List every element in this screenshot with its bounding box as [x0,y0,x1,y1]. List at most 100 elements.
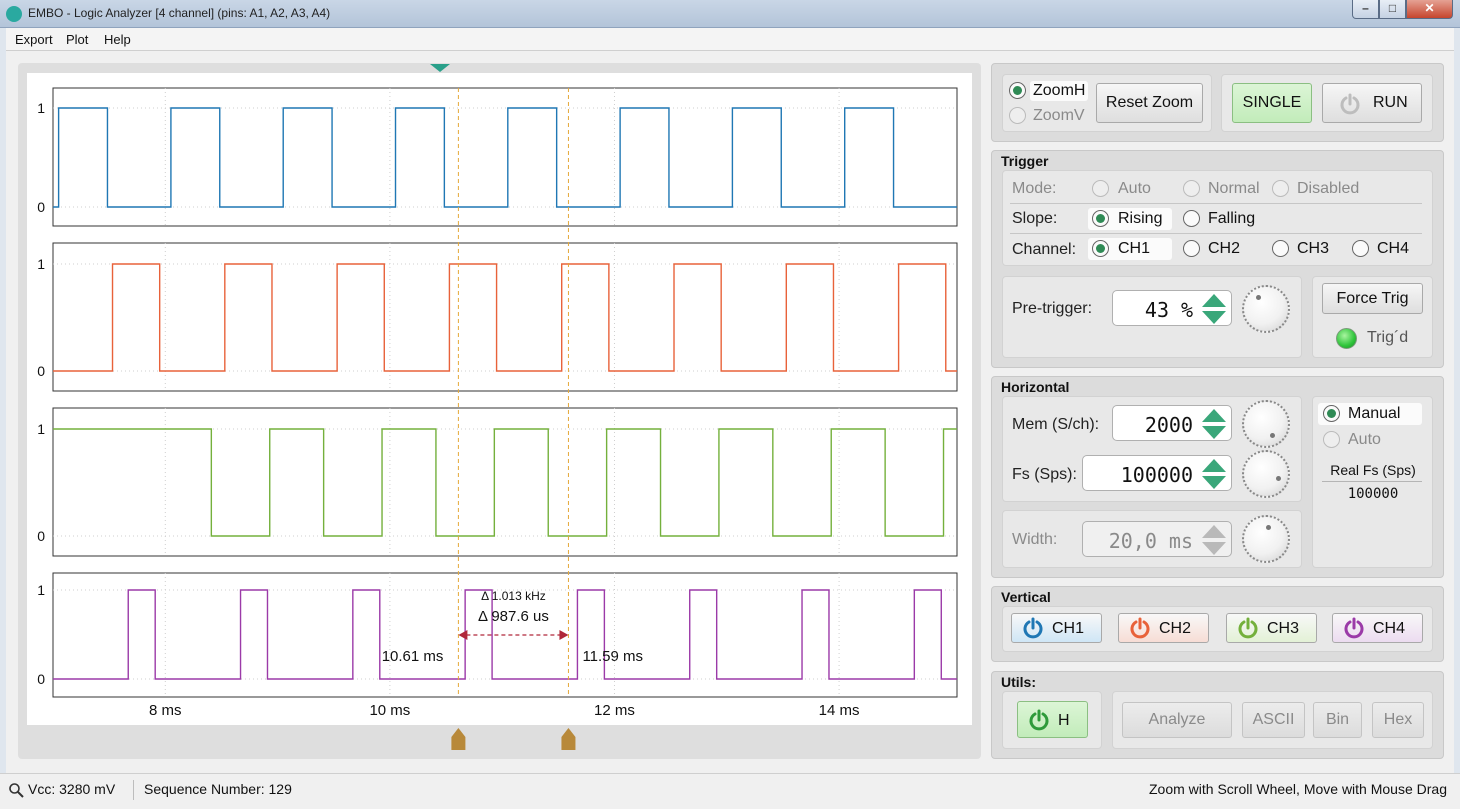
power-icon [1238,617,1258,639]
ascii-button[interactable]: ASCII [1242,702,1305,738]
force-trig-button[interactable]: Force Trig [1322,283,1423,314]
trigd-led-icon [1336,328,1357,349]
trigd-label: Trig´d [1367,329,1409,346]
vertical-ch2-button[interactable]: CH2 [1118,613,1209,643]
delta-time-label: Δ 987.6 us [478,608,549,625]
app-icon [6,6,22,22]
close-button[interactable]: ✕ [1406,0,1453,19]
minimize-button[interactable]: – [1352,0,1379,19]
menu-plot[interactable]: Plot [66,32,88,47]
fs-spinbox[interactable]: 100000 [1082,455,1232,491]
slope-falling-radio[interactable] [1183,210,1200,227]
minimize-icon: – [1362,1,1369,15]
x-tick-label: 14 ms [819,702,860,719]
hex-button[interactable]: Hex [1372,702,1424,738]
channel-3-frame [52,407,958,557]
vertical-ch-label: CH2 [1159,620,1192,637]
manual-label: Manual [1348,405,1401,422]
vertical-ch1-button[interactable]: CH1 [1011,613,1102,643]
spin-arrows-icon[interactable] [1201,525,1227,555]
vertical-ch-label: CH4 [1373,620,1406,637]
channel-ch4-radio[interactable] [1352,240,1369,257]
channel-ch2-radio[interactable] [1183,240,1200,257]
menu-help[interactable]: Help [104,32,131,47]
vertical-ch-label: CH3 [1267,620,1300,637]
trigger-marker-icon [430,64,450,72]
y-tick-label: 0 [37,199,45,215]
power-icon [1029,709,1049,731]
fs-knob[interactable] [1242,450,1290,498]
channel-ch3-radio[interactable] [1272,240,1289,257]
maximize-button[interactable]: □ [1379,0,1406,19]
vertical-title: Vertical [1001,589,1051,605]
y-tick-label: 0 [37,671,45,687]
fs-label: Fs (Sps): [1012,466,1077,483]
reset-zoom-button[interactable]: Reset Zoom [1096,83,1203,123]
delta-frequency-label: Δ 1.013 kHz [481,589,546,603]
menu-export[interactable]: Export [15,32,53,47]
cursor-1-handle-icon [451,728,466,750]
pretrigger-label: Pre-trigger: [1012,300,1093,317]
real-fs-value: 100000 [1347,486,1399,502]
analyze-button[interactable]: Analyze [1122,702,1232,738]
utils-title: Utils: [1001,674,1036,690]
menu-bar: Export Plot Help [6,28,1454,51]
trigger-slope-label: Slope: [1012,210,1058,227]
channel-ch1-radio[interactable] [1092,240,1109,257]
close-icon: ✕ [1424,1,1435,15]
power-icon [1023,617,1043,639]
y-tick-label: 1 [37,100,45,116]
power-icon [1344,617,1364,639]
mode-disabled-radio[interactable] [1272,180,1289,197]
manual-radio[interactable] [1323,405,1340,422]
slope-rising-label: Rising [1118,210,1163,227]
zoomh-radio[interactable] [1009,82,1026,99]
zoomh-label: ZoomH [1033,82,1086,99]
channel-ch4-label: CH4 [1377,240,1410,257]
mem-spinbox[interactable]: 2000 [1112,405,1232,441]
cursor-2-time-label: 11.59 ms [582,648,643,665]
x-tick-label: 12 ms [594,702,635,719]
mem-knob[interactable] [1242,400,1290,448]
power-icon [1340,93,1360,115]
horizontal-title: Horizontal [1001,379,1070,395]
single-button[interactable]: SINGLE [1232,83,1312,123]
trigger-channel-label: Channel: [1012,241,1077,258]
hint-status: Zoom with Scroll Wheel, Move with Mouse … [1149,781,1447,797]
mode-normal-label: Normal [1208,180,1260,197]
vertical-ch3-button[interactable]: CH3 [1226,613,1317,643]
vcc-status: Vcc: 3280 mV [28,781,116,797]
mode-normal-radio[interactable] [1183,180,1200,197]
mem-label: Mem (S/ch): [1012,416,1100,433]
mode-disabled-label: Disabled [1297,180,1360,197]
mode-auto-radio[interactable] [1092,180,1109,197]
bin-button[interactable]: Bin [1313,702,1362,738]
mode-auto-label: Auto [1118,180,1151,197]
slope-falling-label: Falling [1208,210,1256,227]
channel-ch2-label: CH2 [1208,240,1241,257]
auto-label: Auto [1348,431,1381,448]
pretrigger-knob[interactable] [1242,285,1290,333]
h-button[interactable]: H [1017,701,1088,738]
vertical-ch4-button[interactable]: CH4 [1332,613,1423,643]
width-label: Width: [1012,531,1058,548]
title-bar: EMBO - Logic Analyzer [4 channel] (pins:… [0,0,1460,28]
run-button[interactable]: RUN [1322,83,1422,123]
y-tick-label: 1 [37,582,45,598]
slope-rising-radio[interactable] [1092,210,1109,227]
width-spinbox[interactable]: 20,0 ms [1082,521,1232,557]
cursor-2-handle-icon [561,728,576,750]
window-title: EMBO - Logic Analyzer [4 channel] (pins:… [28,6,331,20]
zoomv-label: ZoomV [1033,107,1085,124]
spin-arrows-icon[interactable] [1201,409,1227,439]
logic-plot[interactable]: 1 0 1 0 1 0 1 0 8 ms 10 ms 12 ms 14 ms Δ 1.013 kHz Δ … [27,60,972,760]
x-tick-label: 10 ms [369,702,410,719]
spin-arrows-icon[interactable] [1201,294,1227,324]
status-bar: Vcc: 3280 mV Sequence Number: 129 Zoom w… [0,773,1460,809]
zoomv-radio[interactable] [1009,107,1026,124]
auto-radio[interactable] [1323,431,1340,448]
spin-arrows-icon[interactable] [1201,459,1227,489]
power-icon [1130,617,1150,639]
pretrigger-spinbox[interactable]: 43 % [1112,290,1232,326]
width-knob[interactable] [1242,515,1290,563]
